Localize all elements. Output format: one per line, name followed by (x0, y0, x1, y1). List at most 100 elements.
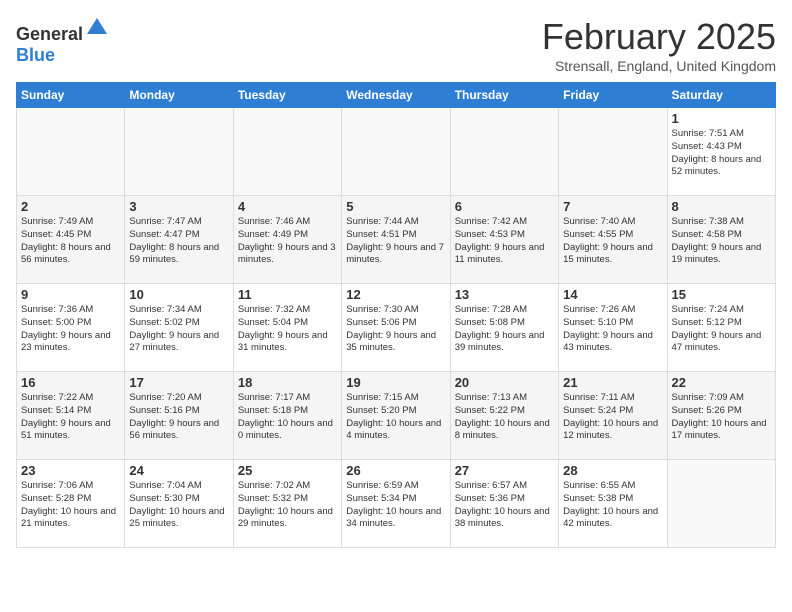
day-cell: 17 Sunrise: 7:20 AM Sunset: 5:16 PM Dayli… (125, 372, 233, 460)
page-header: General Blue February 2025 Strensall, En… (16, 16, 776, 74)
day-number: 22 (672, 375, 771, 390)
col-header-friday: Friday (559, 83, 667, 108)
day-cell: 5 Sunrise: 7:44 AM Sunset: 4:51 PM Daylig… (342, 196, 450, 284)
day-cell: 26 Sunrise: 6:59 AM Sunset: 5:34 PM Dayli… (342, 460, 450, 548)
day-cell: 7Sunrise: 7:40 AM Sunset: 4:55 PM Daylig… (559, 196, 667, 284)
day-cell: 15 Sunrise: 7:24 AM Sunset: 5:12 PM Dayli… (667, 284, 775, 372)
logo: General Blue (16, 16, 109, 66)
day-number: 3 (129, 199, 228, 214)
day-cell: 19 Sunrise: 7:15 AM Sunset: 5:20 PM Dayli… (342, 372, 450, 460)
day-number: 4 (238, 199, 337, 214)
day-number: 19 (346, 375, 445, 390)
day-number: 12 (346, 287, 445, 302)
day-number: 7 (563, 199, 662, 214)
calendar-body: 1 Sunrise: 7:51 AM Sunset: 4:43 PM Daylig… (17, 108, 776, 548)
col-header-wednesday: Wednesday (342, 83, 450, 108)
day-cell: 8Sunrise: 7:38 AM Sunset: 4:58 PM Daylig… (667, 196, 775, 284)
day-cell: 23 Sunrise: 7:06 AM Sunset: 5:28 PM Dayli… (17, 460, 125, 548)
day-info: Sunrise: 7:20 AM Sunset: 5:16 PM Dayligh… (129, 392, 228, 443)
day-number: 17 (129, 375, 228, 390)
day-info: Sunrise: 7:30 AM Sunset: 5:06 PM Dayligh… (346, 304, 445, 355)
col-header-saturday: Saturday (667, 83, 775, 108)
day-info: Sunrise: 7:47 AM Sunset: 4:47 PM Dayligh… (129, 216, 228, 267)
day-number: 28 (563, 463, 662, 478)
week-row-4: 16 Sunrise: 7:22 AM Sunset: 5:14 PM Dayli… (17, 372, 776, 460)
day-number: 13 (455, 287, 554, 302)
week-row-3: 9Sunrise: 7:36 AM Sunset: 5:00 PM Daylig… (17, 284, 776, 372)
day-number: 26 (346, 463, 445, 478)
day-number: 20 (455, 375, 554, 390)
day-cell: 14 Sunrise: 7:26 AM Sunset: 5:10 PM Dayli… (559, 284, 667, 372)
day-info: Sunrise: 6:55 AM Sunset: 5:38 PM Dayligh… (563, 480, 662, 531)
day-info: Sunrise: 7:28 AM Sunset: 5:08 PM Dayligh… (455, 304, 554, 355)
day-cell: 20 Sunrise: 7:13 AM Sunset: 5:22 PM Dayli… (450, 372, 558, 460)
calendar-header: SundayMondayTuesdayWednesdayThursdayFrid… (17, 83, 776, 108)
day-cell (450, 108, 558, 196)
day-number: 8 (672, 199, 771, 214)
day-number: 1 (672, 111, 771, 126)
day-cell (125, 108, 233, 196)
header-row: SundayMondayTuesdayWednesdayThursdayFrid… (17, 83, 776, 108)
logo-blue: Blue (16, 45, 55, 65)
day-number: 21 (563, 375, 662, 390)
day-cell (342, 108, 450, 196)
day-info: Sunrise: 6:57 AM Sunset: 5:36 PM Dayligh… (455, 480, 554, 531)
title-block: February 2025 Strensall, England, United… (542, 16, 776, 74)
day-info: Sunrise: 7:46 AM Sunset: 4:49 PM Dayligh… (238, 216, 337, 267)
day-number: 23 (21, 463, 120, 478)
day-info: Sunrise: 7:17 AM Sunset: 5:18 PM Dayligh… (238, 392, 337, 443)
day-number: 27 (455, 463, 554, 478)
day-info: Sunrise: 7:49 AM Sunset: 4:45 PM Dayligh… (21, 216, 120, 267)
day-info: Sunrise: 7:44 AM Sunset: 4:51 PM Dayligh… (346, 216, 445, 267)
day-cell (17, 108, 125, 196)
day-number: 10 (129, 287, 228, 302)
day-cell (233, 108, 341, 196)
day-info: Sunrise: 7:26 AM Sunset: 5:10 PM Dayligh… (563, 304, 662, 355)
week-row-5: 23 Sunrise: 7:06 AM Sunset: 5:28 PM Dayli… (17, 460, 776, 548)
location: Strensall, England, United Kingdom (542, 58, 776, 74)
day-number: 18 (238, 375, 337, 390)
col-header-tuesday: Tuesday (233, 83, 341, 108)
day-cell: 4 Sunrise: 7:46 AM Sunset: 4:49 PM Daylig… (233, 196, 341, 284)
day-info: Sunrise: 7:34 AM Sunset: 5:02 PM Dayligh… (129, 304, 228, 355)
month-title: February 2025 (542, 16, 776, 58)
day-info: Sunrise: 7:24 AM Sunset: 5:12 PM Dayligh… (672, 304, 771, 355)
day-cell: 12 Sunrise: 7:30 AM Sunset: 5:06 PM Dayli… (342, 284, 450, 372)
day-info: Sunrise: 7:13 AM Sunset: 5:22 PM Dayligh… (455, 392, 554, 443)
day-info: Sunrise: 7:15 AM Sunset: 5:20 PM Dayligh… (346, 392, 445, 443)
day-number: 5 (346, 199, 445, 214)
day-info: Sunrise: 7:22 AM Sunset: 5:14 PM Dayligh… (21, 392, 120, 443)
day-number: 16 (21, 375, 120, 390)
day-info: Sunrise: 7:06 AM Sunset: 5:28 PM Dayligh… (21, 480, 120, 531)
day-cell: 24Sunrise: 7:04 AM Sunset: 5:30 PM Dayli… (125, 460, 233, 548)
day-cell: 1 Sunrise: 7:51 AM Sunset: 4:43 PM Daylig… (667, 108, 775, 196)
day-cell: 22Sunrise: 7:09 AM Sunset: 5:26 PM Dayli… (667, 372, 775, 460)
col-header-thursday: Thursday (450, 83, 558, 108)
day-info: Sunrise: 7:36 AM Sunset: 5:00 PM Dayligh… (21, 304, 120, 355)
day-number: 14 (563, 287, 662, 302)
day-cell: 10 Sunrise: 7:34 AM Sunset: 5:02 PM Dayli… (125, 284, 233, 372)
day-info: Sunrise: 7:51 AM Sunset: 4:43 PM Dayligh… (672, 128, 771, 179)
day-info: Sunrise: 7:42 AM Sunset: 4:53 PM Dayligh… (455, 216, 554, 267)
week-row-1: 1 Sunrise: 7:51 AM Sunset: 4:43 PM Daylig… (17, 108, 776, 196)
day-cell: 16 Sunrise: 7:22 AM Sunset: 5:14 PM Dayli… (17, 372, 125, 460)
day-number: 2 (21, 199, 120, 214)
logo-general: General (16, 24, 83, 44)
day-info: Sunrise: 7:32 AM Sunset: 5:04 PM Dayligh… (238, 304, 337, 355)
calendar-table: SundayMondayTuesdayWednesdayThursdayFrid… (16, 82, 776, 548)
logo-icon (85, 16, 109, 40)
day-cell: 25Sunrise: 7:02 AM Sunset: 5:32 PM Dayli… (233, 460, 341, 548)
day-info: Sunrise: 6:59 AM Sunset: 5:34 PM Dayligh… (346, 480, 445, 531)
day-cell: 27 Sunrise: 6:57 AM Sunset: 5:36 PM Dayli… (450, 460, 558, 548)
week-row-2: 2 Sunrise: 7:49 AM Sunset: 4:45 PM Daylig… (17, 196, 776, 284)
day-number: 6 (455, 199, 554, 214)
day-cell: 6 Sunrise: 7:42 AM Sunset: 4:53 PM Daylig… (450, 196, 558, 284)
col-header-monday: Monday (125, 83, 233, 108)
day-cell: 2 Sunrise: 7:49 AM Sunset: 4:45 PM Daylig… (17, 196, 125, 284)
day-number: 11 (238, 287, 337, 302)
day-number: 24 (129, 463, 228, 478)
day-cell: 21 Sunrise: 7:11 AM Sunset: 5:24 PM Dayli… (559, 372, 667, 460)
day-info: Sunrise: 7:11 AM Sunset: 5:24 PM Dayligh… (563, 392, 662, 443)
day-number: 25 (238, 463, 337, 478)
day-number: 15 (672, 287, 771, 302)
